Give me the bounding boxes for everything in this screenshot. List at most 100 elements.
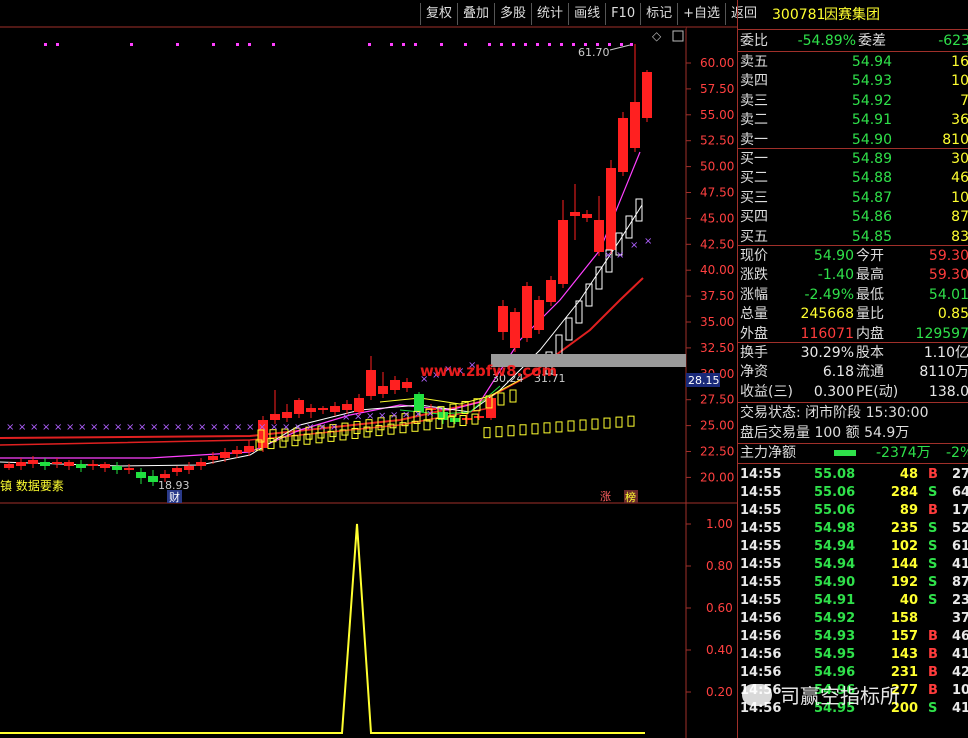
y-tick-label: 32.50 <box>700 341 734 355</box>
candle-body <box>318 408 328 410</box>
wechat-watermark: 司赢空指标所 <box>742 680 900 709</box>
stat-row: 总量 245668 量比 0.85 <box>738 305 968 323</box>
candle-body <box>244 446 254 452</box>
tick-volume: 235 <box>890 521 918 536</box>
candle-body <box>282 412 292 418</box>
tick-row: 14:55 54.94 144 S 41 <box>738 556 968 574</box>
candle-body <box>390 380 400 390</box>
candle-body <box>16 462 26 466</box>
toolbar-button-4[interactable]: 画线 <box>568 3 605 25</box>
x-marker: × <box>54 422 62 433</box>
toolbar-button-6[interactable]: 标记 <box>640 3 677 25</box>
stat-row: 涨幅 -2.49% 最低 54.01 <box>738 286 968 304</box>
x-marker: × <box>294 422 302 433</box>
x-marker: × <box>162 422 170 433</box>
channel-bar-lower <box>591 418 599 430</box>
tick-direction: B <box>928 665 938 680</box>
y-tick-label: 52.50 <box>700 134 734 148</box>
stat-label-2: 最低 <box>856 286 884 303</box>
channel-bar-lower <box>507 425 515 437</box>
weibi-value: -54.89% <box>797 33 856 49</box>
candle-body <box>28 460 38 464</box>
ask-row: 卖五 54.94 16 <box>738 53 968 71</box>
candle-body <box>148 476 158 482</box>
stat-label-2: 流通 <box>856 364 884 381</box>
tick-extra: 27 <box>952 467 968 482</box>
tick-extra: 87 <box>952 575 968 590</box>
tick-extra: 23 <box>952 593 968 608</box>
x-marker: × <box>282 422 290 433</box>
candle-body <box>196 462 206 466</box>
main-net-label: 主力净额 <box>740 445 796 461</box>
stat-label: 涨跌 <box>740 267 768 284</box>
bid-price: 54.87 <box>851 189 892 206</box>
toolbar: 复权 叠加 多股 统计 画线 F10 标记 +自选 返回 <box>420 3 762 25</box>
channel-bar-lower <box>519 424 527 436</box>
ask-label: 卖三 <box>740 92 768 109</box>
x-marker: × <box>30 422 38 433</box>
tick-price: 54.90 <box>814 575 856 590</box>
stock-name: 因赛集团 <box>824 7 880 23</box>
weibi-label: 委比 <box>740 33 768 49</box>
y-tick-label: 40.00 <box>700 263 734 277</box>
tick-price: 54.91 <box>814 593 856 608</box>
toolbar-button-3[interactable]: 统计 <box>531 3 568 25</box>
channel-bar-upper <box>509 389 517 403</box>
bid-price: 54.88 <box>851 170 892 187</box>
stat-value-2: 59.30 <box>928 248 968 264</box>
candle-body <box>330 406 340 412</box>
stat-value: 30.29% <box>800 345 854 361</box>
stat-value-2: 54.01 <box>928 286 968 303</box>
channel-bars <box>255 198 643 451</box>
ask-label: 卖一 <box>740 131 768 148</box>
x-marker: × <box>630 240 638 251</box>
ask-volume: 7 <box>908 92 968 110</box>
tick-price: 55.08 <box>814 467 856 482</box>
tick-extra: 46 <box>952 629 968 644</box>
stat-label: 换手 <box>740 345 768 361</box>
channel-bar-lower <box>495 426 503 438</box>
ask-volume: 36 <box>951 112 968 129</box>
stat-value-2: 8110万 <box>919 364 968 381</box>
toolbar-button-2[interactable]: 多股 <box>494 3 531 25</box>
x-marker: × <box>378 410 386 421</box>
signal-dots <box>44 43 633 46</box>
tick-extra: 17 <box>952 503 968 518</box>
tick-row: 14:55 54.91 40 S 23 <box>738 592 968 610</box>
tick-price: 54.95 <box>814 647 856 662</box>
tick-direction: B <box>928 647 938 662</box>
ask-price: 54.91 <box>851 112 892 129</box>
candle-body <box>498 306 508 332</box>
tick-row: 14:55 54.98 235 S 52 <box>738 520 968 538</box>
toolbar-button-7[interactable]: +自选 <box>677 3 725 25</box>
tick-extra: 41 <box>952 701 968 716</box>
diamond-icon[interactable]: ◇ <box>652 29 662 43</box>
stat-value: -1.40 <box>817 267 854 284</box>
tick-direction: S <box>928 701 938 716</box>
candle-body <box>450 418 460 422</box>
toolbar-button-1[interactable]: 叠加 <box>457 3 494 25</box>
toolbar-button-0[interactable]: 复权 <box>420 3 457 25</box>
stat-label: 现价 <box>740 248 768 264</box>
quote-panel: 300781 因赛集团 委比 -54.89% 委差 -623 卖五 54.94 16… <box>737 0 968 738</box>
price-axis: 60.00 57.50 55.00 52.50 50.00 47.50 45.00 42.50… <box>686 56 734 484</box>
ask-volume: 16 <box>951 54 968 70</box>
candle-body <box>582 214 592 218</box>
bid-label: 买二 <box>740 170 768 187</box>
panel-toggle-icon[interactable] <box>672 30 684 42</box>
tick-extra: 61 <box>952 539 968 554</box>
candle-body <box>4 464 14 468</box>
toolbar-button-5[interactable]: F10 <box>605 3 640 25</box>
kline-chart[interactable]: ◇ 60.00 57.50 55.00 52.50 50.00 47.50 45.00 42.… <box>0 0 737 738</box>
ind-tick-label: 1.00 <box>706 517 733 531</box>
ask-price: 54.93 <box>851 73 892 90</box>
candle-body <box>64 462 74 466</box>
x-markers: × × × × × × × × × × × × × × × × × × × × × × × × × × × × × × × × × × × × × × × ×… <box>6 236 652 433</box>
tick-time: 14:55 <box>740 503 782 518</box>
ask-price: 54.92 <box>851 92 892 109</box>
x-marker: × <box>42 422 50 433</box>
tick-price: 54.94 <box>814 539 856 554</box>
stat-label: 外盘 <box>740 325 768 342</box>
tick-row: 14:56 54.95 143 B 41 <box>738 646 968 664</box>
tick-direction: S <box>928 575 938 590</box>
